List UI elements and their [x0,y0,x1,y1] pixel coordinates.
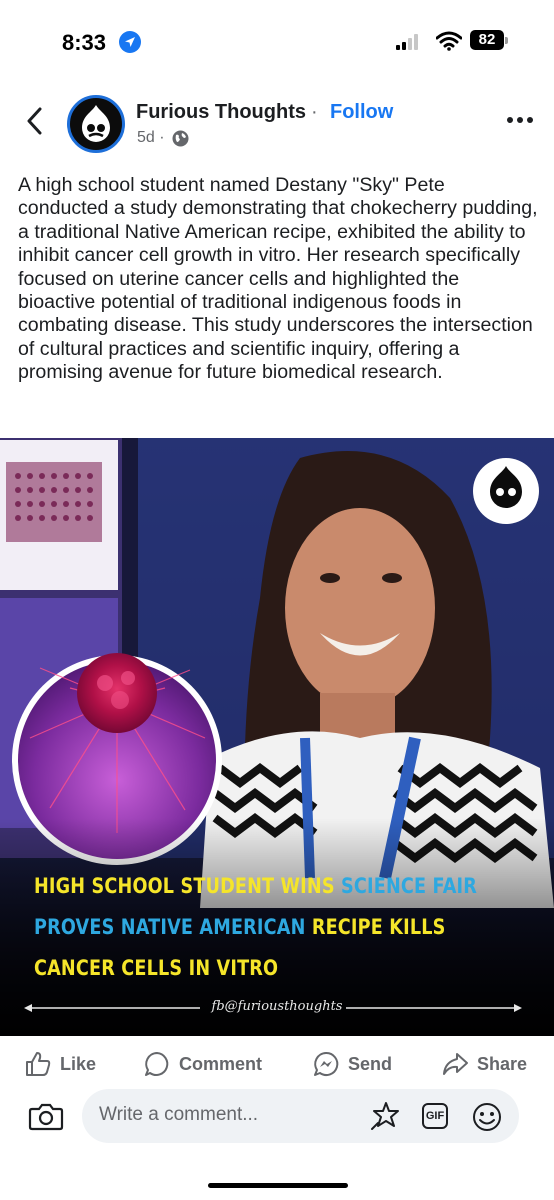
image-watermark: fb@furiousthoughts [211,999,343,1014]
share-label: Share [477,1053,528,1074]
comment-placeholder: Write a comment... [99,1104,259,1125]
caption-line-3: CANCER CELLS IN VITRO [34,956,279,980]
send-button[interactable]: Send [312,1050,392,1078]
comment-input[interactable]: Write a comment... GIF [82,1089,519,1143]
status-time: 8:33 [62,30,107,55]
caption-segment-highlight: PROVES NATIVE AMERICAN [34,915,306,939]
battery-cap [505,37,508,44]
home-indicator [208,1183,348,1188]
like-button[interactable]: Like [24,1050,96,1078]
location-arrow-icon [119,31,141,53]
avatar-sticker-icon[interactable] [368,1099,404,1133]
wifi-icon [436,31,462,51]
more-options-icon[interactable] [505,110,535,130]
post-time[interactable]: 5d · [137,129,165,147]
cellular-signal-icon [396,34,418,50]
comment-button[interactable]: Comment [143,1050,262,1078]
follow-button[interactable]: Follow [330,101,393,124]
messenger-icon [314,1051,339,1076]
caption-segment: HIGH SCHOOL STUDENT WINS [34,874,342,898]
post-image[interactable]: HIGH SCHOOL STUDENT WINS SCIENCE FAIR PR… [0,438,554,1036]
post-text: A high school student named Destany "Sky… [18,174,538,384]
page-name[interactable]: Furious Thoughts [136,101,306,124]
photo-illustration [0,438,554,1036]
battery-indicator: 82 [470,30,504,50]
thumbs-up-icon [26,1052,51,1076]
comment-label: Comment [179,1053,263,1074]
caption-line-2: PROVES NATIVE AMERICAN RECIPE KILLS [34,915,446,939]
back-arrow-icon[interactable] [20,104,50,138]
emoji-icon[interactable] [471,1101,503,1133]
gif-button[interactable]: GIF [422,1103,448,1129]
comment-bubble-icon [145,1052,169,1076]
globe-public-icon [172,130,189,147]
drupal-drop-logo-icon [82,105,110,142]
name-follow-separator: · [311,101,318,123]
send-label: Send [348,1053,393,1074]
share-button[interactable]: Share [441,1050,527,1078]
caption-segment-highlight: SCIENCE FAIR [341,874,478,898]
page-avatar[interactable] [67,95,125,153]
camera-icon[interactable] [28,1100,64,1132]
caption-segment: RECIPE KILLS [305,915,446,939]
share-arrow-icon [443,1053,468,1075]
like-label: Like [60,1053,97,1074]
caption-line-1: HIGH SCHOOL STUDENT WINS SCIENCE FAIR [34,874,477,898]
